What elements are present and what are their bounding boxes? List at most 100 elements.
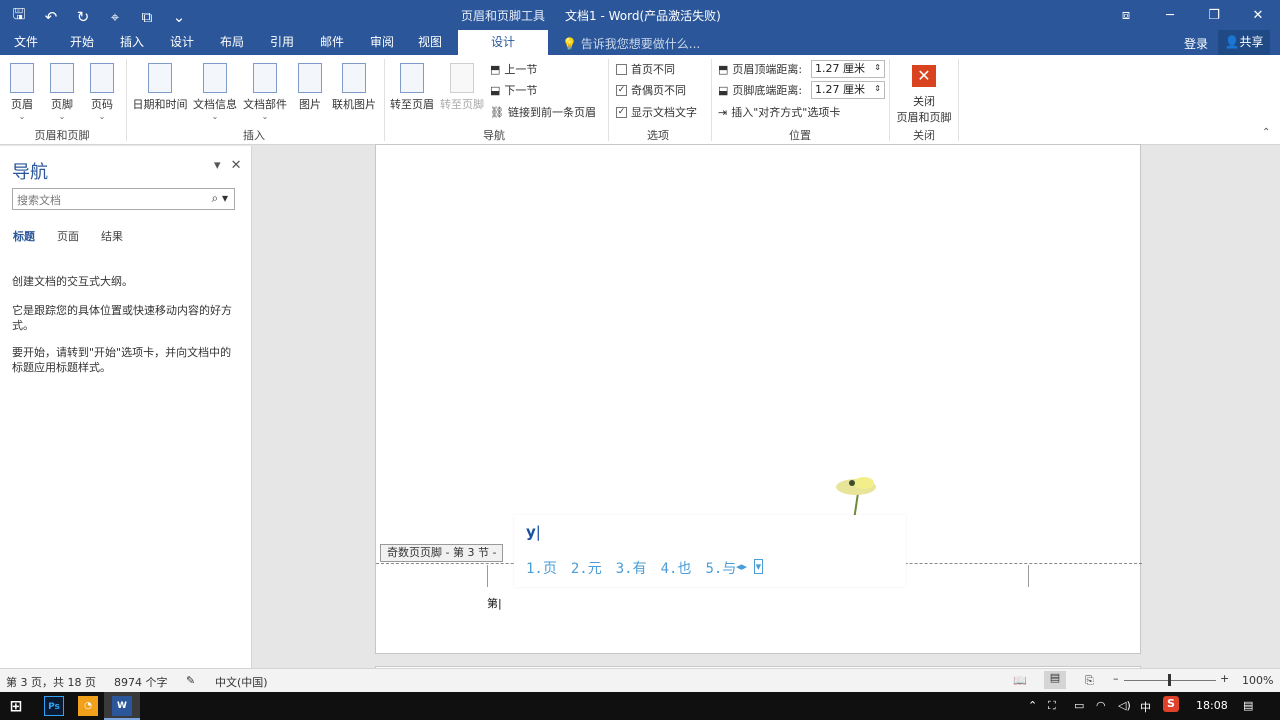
battery-icon[interactable]: ▭ [1074,699,1084,712]
prev-section-button[interactable]: ⬒ 上一节 [490,61,537,77]
word-count[interactable]: 8974 个字 [114,674,168,690]
tab-mailings[interactable]: 邮件 [310,30,354,55]
document-page[interactable]: 奇数页页脚 - 第 3 节 - 第| y| 1.页 2.元 3.有 4.也 5.… [375,144,1142,654]
restore-button[interactable]: ❐ [1192,0,1236,30]
ime-candidate[interactable]: 4.也 [661,558,692,578]
tab-file[interactable]: 文件 [6,30,46,55]
customize-qat-icon[interactable]: ⌄ [168,8,190,26]
close-header-footer-button[interactable]: 关闭 页眉和页脚 [892,93,956,125]
header-top-spinner[interactable]: 1.27 厘米 ⇕ [811,60,885,78]
windows-start-icon[interactable]: ⊞ [6,696,26,716]
nav-search-input[interactable]: 搜索文档 ⌕ ▾ [12,188,235,210]
window-controls: ⧈ ─ ❐ ✕ [1104,0,1280,30]
tab-review[interactable]: 审阅 [360,30,404,55]
page-count[interactable]: 第 3 页，共 18 页 [6,674,96,690]
action-center-icon[interactable]: ▤ [1243,699,1253,712]
different-odd-even-checkbox[interactable]: ✓ 奇偶页不同 [616,82,686,98]
close-x-icon[interactable]: ✕ [912,65,936,87]
ime-next-page-icon[interactable]: ▸ [742,560,748,573]
next-section-button[interactable]: ⬓ 下一节 [490,82,537,98]
tell-me-box[interactable]: 💡 告诉我您想要做什么... [562,35,700,52]
footer-button[interactable]: 页脚 ⌄ [48,63,76,121]
save-icon[interactable]: 🖫 [8,4,30,29]
different-first-page-checkbox[interactable]: 首页不同 [616,61,675,77]
volume-icon[interactable]: ◁) [1118,699,1131,712]
ime-mode-indicator[interactable]: 中 [1140,699,1151,715]
wifi-icon[interactable]: ◠ [1096,699,1106,712]
insert-alignment-tab-button[interactable]: ⇥ 插入"对齐方式"选项卡 [718,104,840,120]
goto-header-button[interactable]: 转至页眉 [388,63,436,112]
collapse-ribbon-icon[interactable]: ⌃ [1262,127,1270,138]
search-icon[interactable]: ⌕ ▾ [211,191,228,206]
link-previous-button[interactable]: ⛓ 链接到前一条页眉 [490,104,596,120]
ribbon-display-options-icon[interactable]: ⧈ [1104,0,1148,30]
group-label-options: 选项 [647,129,669,142]
date-time-button[interactable]: 日期和时间 [130,63,190,112]
ime-candidate[interactable]: 2.元 [571,558,602,578]
tab-view[interactable]: 视图 [408,30,452,55]
nav-tab-headings[interactable]: 标题 [13,228,35,244]
ime-candidate[interactable]: 5.与 [705,558,736,578]
online-pictures-label: 联机图片 [332,98,376,111]
page-number-button[interactable]: 页码 ⌄ [88,63,116,121]
zoom-slider-thumb[interactable] [1168,674,1171,686]
ime-candidate[interactable]: 1.页 [526,558,557,578]
tab-layout[interactable]: 布局 [210,30,254,55]
quick-parts-button[interactable]: 文档部件 ⌄ [241,63,289,121]
tab-hf-design[interactable]: 设计 [458,30,548,55]
clock[interactable]: 18:08 [1196,699,1228,712]
tab-insert[interactable]: 插入 [110,30,154,55]
read-mode-icon[interactable]: 📖 [1013,674,1027,687]
spinner-arrows-icon[interactable]: ⇕ [874,60,881,76]
login-link[interactable]: 登录 [1184,35,1208,52]
lightbulb-icon: 💡 [562,37,577,51]
ime-candidate-window[interactable]: y| 1.页 2.元 3.有 4.也 5.与 ◂▸ ▾ [514,515,906,587]
app-icon[interactable]: ◔ [78,696,98,716]
photoshop-icon[interactable]: Ps [44,696,64,716]
print-layout-icon[interactable]: ▤ [1044,671,1066,689]
undo-icon[interactable]: ↶ [40,8,62,26]
ime-candidate[interactable]: 3.有 [616,558,647,578]
redo-icon[interactable]: ↻ [72,8,94,26]
goto-footer-button[interactable]: 转至页脚 [438,63,486,112]
doc-info-icon [203,63,227,93]
tab-references[interactable]: 引用 [260,30,304,55]
prev-section-label: 上一节 [504,63,538,76]
pictures-button[interactable]: 图片 [295,63,325,112]
zoom-level[interactable]: 100% [1242,674,1273,687]
sogou-ime-icon[interactable]: S [1163,696,1179,712]
spinner-arrows-icon[interactable]: ⇕ [874,81,881,97]
close-window-button[interactable]: ✕ [1236,0,1280,30]
tab-home[interactable]: 开始 [60,30,104,55]
nav-tab-pages[interactable]: 页面 [57,228,79,244]
nav-tab-results[interactable]: 结果 [101,228,123,244]
proofing-icon[interactable]: ✎ [186,674,195,687]
ime-page-arrows: ◂▸ ▾ [736,559,764,574]
show-doc-text-checkbox[interactable]: ✓ 显示文档文字 [616,104,697,120]
tab-design[interactable]: 设计 [160,30,204,55]
zoom-out-button[interactable]: – [1113,672,1119,685]
header-button[interactable]: 页眉 ⌄ [8,63,36,121]
zoom-in-button[interactable]: + [1220,672,1229,685]
touch-mode-icon[interactable]: ⌖ [104,8,126,26]
word-taskbar-button[interactable]: W [104,692,140,720]
tray-app-icon[interactable]: ⛶ [1048,699,1056,713]
footer-text[interactable]: 第| [487,595,502,611]
web-layout-icon[interactable]: ⎘ [1085,674,1094,688]
close-icon[interactable]: ✕ [231,158,242,173]
online-pictures-button[interactable]: 联机图片 [330,63,378,112]
status-bar: 第 3 页，共 18 页 8974 个字 ✎ 中文(中国) 📖 ▤ ⎘ – + … [0,668,1280,692]
chevron-down-icon[interactable]: ▾ [214,158,221,173]
share-button[interactable]: 👤共享 [1218,30,1270,55]
chevron-down-icon: ⌄ [261,112,269,121]
online-picture-icon [342,63,366,93]
footer-bottom-spinner[interactable]: 1.27 厘米 ⇕ [811,81,885,99]
ime-expand-icon[interactable]: ▾ [753,559,764,574]
picture-icon [298,63,322,93]
format-painter-icon[interactable]: ⧉ [136,8,158,26]
document-area[interactable]: 奇数页页脚 - 第 3 节 - 第| y| 1.页 2.元 3.有 4.也 5.… [253,144,1280,672]
minimize-button[interactable]: ─ [1148,0,1192,30]
language-indicator[interactable]: 中文(中国) [215,674,268,690]
tray-expand-icon[interactable]: ⌃ [1028,699,1037,712]
doc-info-button[interactable]: 文档信息 ⌄ [191,63,239,121]
